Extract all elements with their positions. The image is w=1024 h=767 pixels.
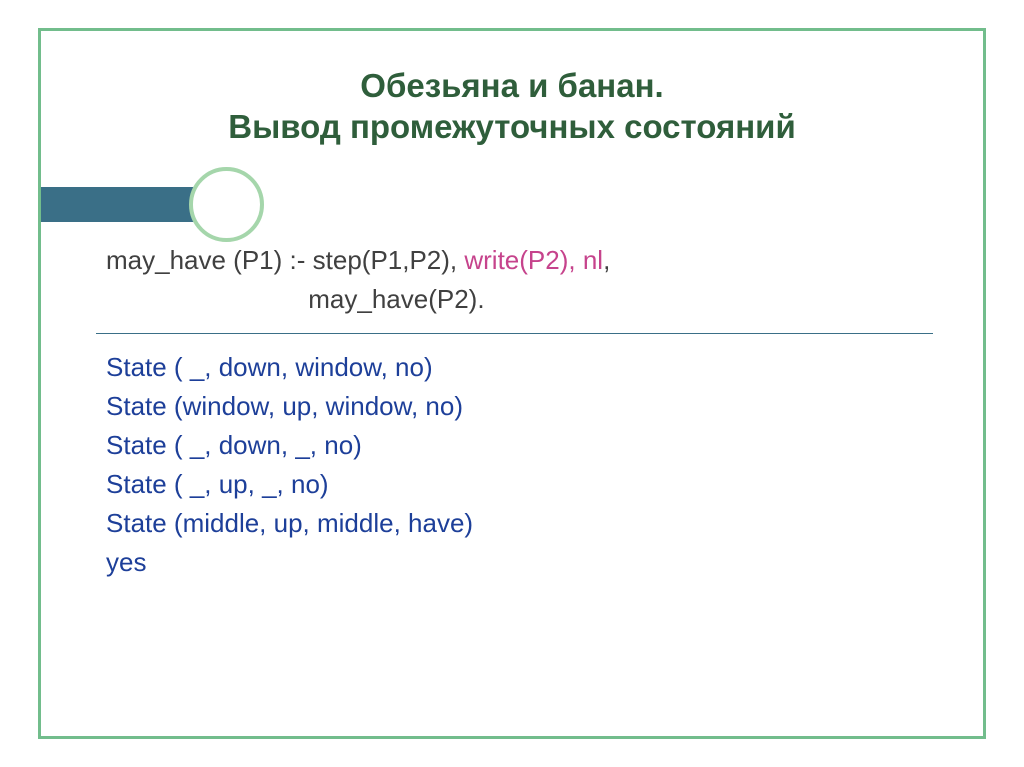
rule-step: step(P1,P2), bbox=[313, 245, 465, 275]
prolog-rule-line-1: may_have (P1) :- step(P1,P2), write(P2),… bbox=[106, 241, 923, 280]
accent-circle-icon bbox=[189, 167, 264, 242]
divider-line bbox=[96, 333, 933, 334]
slide-frame: Обезьяна и банан. Вывод промежуточных со… bbox=[38, 28, 986, 739]
rule-head: may_have (P1) :- bbox=[106, 245, 313, 275]
title-block: Обезьяна и банан. Вывод промежуточных со… bbox=[41, 65, 983, 148]
state-line: yes bbox=[106, 543, 923, 582]
slide-title: Обезьяна и банан. Вывод промежуточных со… bbox=[228, 65, 796, 148]
state-line: State (middle, up, middle, have) bbox=[106, 504, 923, 543]
state-line: State ( _, up, _, no) bbox=[106, 465, 923, 504]
accent-decoration bbox=[41, 187, 281, 222]
state-line: State ( _, down, _, no) bbox=[106, 426, 923, 465]
rule-comma: , bbox=[603, 245, 610, 275]
title-line-2: Вывод промежуточных состояний bbox=[228, 108, 796, 145]
slide-body: may_have (P1) :- step(P1,P2), write(P2),… bbox=[106, 241, 923, 582]
prolog-rule-line-2: may_have(P2). bbox=[106, 280, 923, 319]
rule-indent bbox=[106, 284, 308, 314]
state-line: State (window, up, window, no) bbox=[106, 387, 923, 426]
state-line: State ( _, down, window, no) bbox=[106, 348, 923, 387]
rule-write: write(P2), nl bbox=[464, 245, 603, 275]
title-line-1: Обезьяна и банан. bbox=[360, 67, 663, 104]
rule-tail: may_have(P2). bbox=[308, 284, 484, 314]
